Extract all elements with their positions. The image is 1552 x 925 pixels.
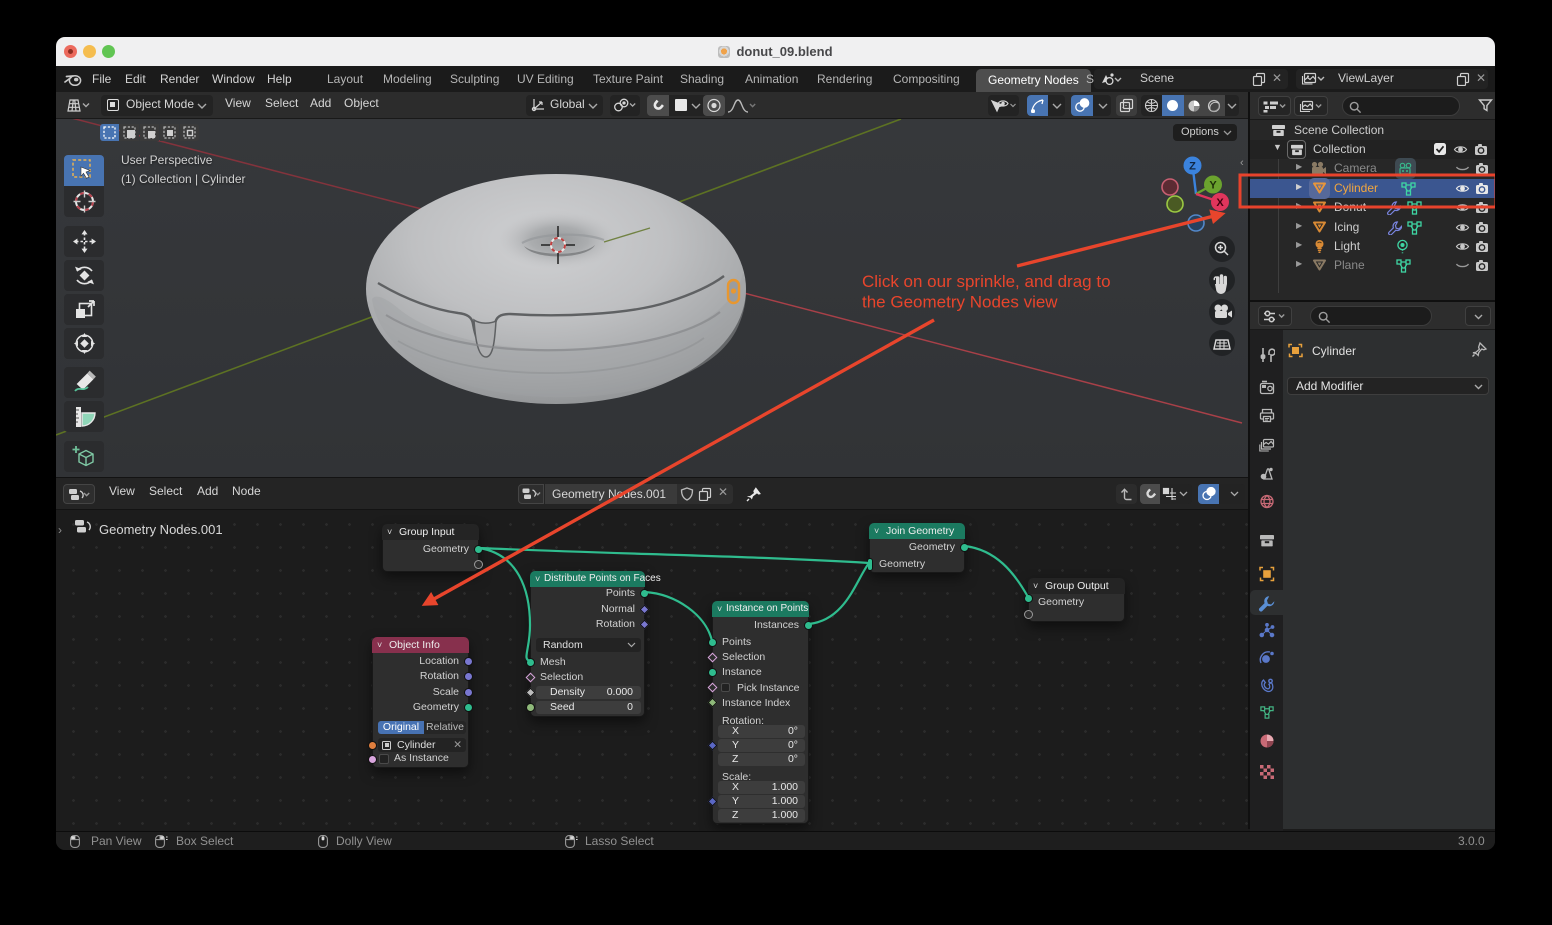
svg-text:Z: Z (1189, 161, 1196, 173)
svg-text:X: X (1216, 197, 1224, 209)
svg-text:Y: Y (1209, 180, 1217, 192)
